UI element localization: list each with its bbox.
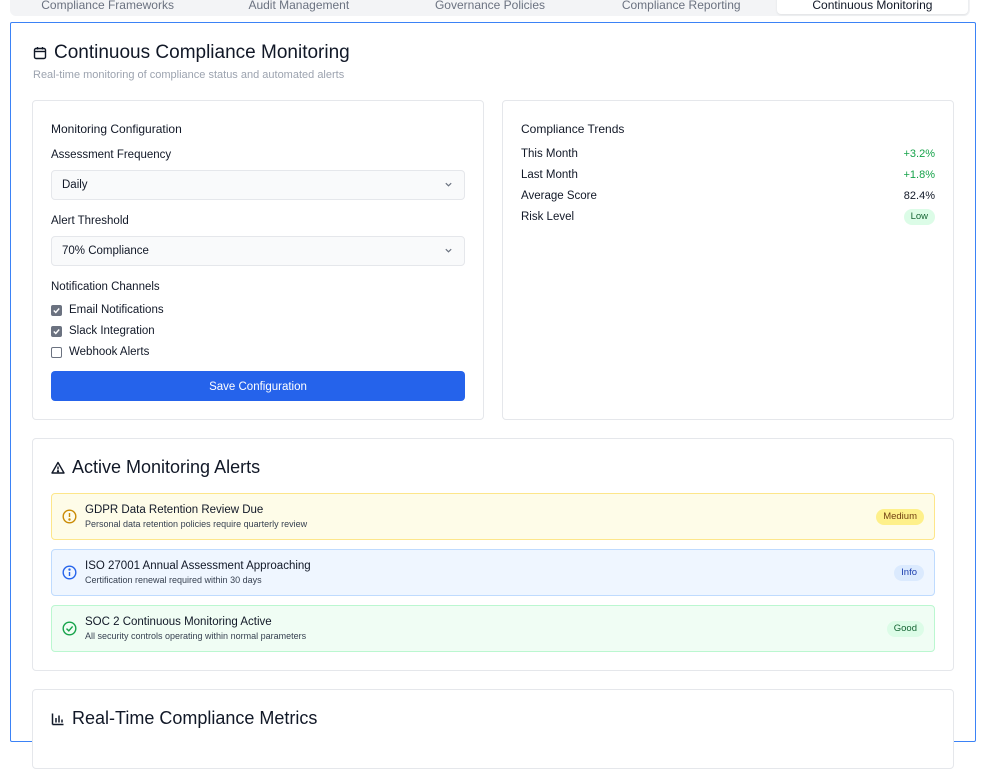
trend-label: Risk Level [521,211,575,223]
assessment-frequency-select[interactable]: Daily [51,170,465,200]
tab-audit-management[interactable]: Audit Management [203,0,394,16]
trend-row-last-month: Last Month +1.8% [521,169,935,181]
page-title-text: Continuous Compliance Monitoring [54,42,350,63]
trend-row-average-score: Average Score 82.4% [521,190,935,202]
monitoring-panel: Continuous Compliance Monitoring Real-ti… [10,22,976,769]
page-title: Continuous Compliance Monitoring [33,42,350,64]
warning-circle-icon [62,509,77,524]
monitoring-configuration-card: Monitoring Configuration Assessment Freq… [32,100,484,420]
tab-compliance-reporting[interactable]: Compliance Reporting [586,0,777,16]
tab-bar: Compliance Frameworks Audit Management G… [10,0,970,16]
trend-label: This Month [521,148,578,160]
assessment-frequency-label: Assessment Frequency [51,149,172,161]
page-subtitle: Real-time monitoring of compliance statu… [33,69,345,81]
tab-compliance-frameworks[interactable]: Compliance Frameworks [12,0,203,16]
notification-channels-label: Notification Channels [51,281,160,293]
checkbox-label: Slack Integration [69,325,155,337]
chevron-down-icon [445,248,452,253]
card-title: Monitoring Configuration [51,122,182,136]
calendar-icon [33,47,47,60]
chevron-down-icon [445,182,452,187]
alert-threshold-select[interactable]: 70% Compliance [51,236,465,266]
active-alerts-card: Active Monitoring Alerts GDPR Data Reten… [32,438,954,671]
alert-severity-badge: Info [894,565,924,581]
trend-value: +3.2% [903,148,936,160]
compliance-trends-card: Compliance Trends This Month +3.2% Last … [502,100,954,420]
tab-continuous-monitoring[interactable]: Continuous Monitoring [776,0,969,14]
alert-threshold-label: Alert Threshold [51,215,129,227]
bar-chart-icon [51,713,64,725]
realtime-metrics-card: Real-Time Compliance Metrics [32,689,954,769]
trend-row-risk-level: Risk Level Low [521,209,935,225]
assessment-frequency-value: Daily [62,179,88,191]
checkbox-checked-icon [51,304,62,316]
checkbox-unchecked-icon [51,346,62,358]
checkbox-label: Email Notifications [69,304,164,316]
save-configuration-button[interactable]: Save Configuration [51,371,465,401]
alert-description: Certification renewal required within 30… [85,575,262,585]
tab-governance-policies[interactable]: Governance Policies [394,0,585,16]
alert-title: ISO 27001 Annual Assessment Approaching [85,560,311,572]
alert-item-iso27001[interactable]: ISO 27001 Annual Assessment Approaching … [51,549,935,596]
section-title-text: Real-Time Compliance Metrics [72,708,318,728]
email-notifications-checkbox[interactable]: Email Notifications [51,304,164,316]
slack-integration-checkbox[interactable]: Slack Integration [51,325,155,337]
trend-value: 82.4% [903,190,935,202]
section-title: Active Monitoring Alerts [51,457,260,478]
warning-triangle-icon [51,461,65,474]
alert-severity-badge: Medium [876,509,924,525]
check-circle-icon [62,621,77,636]
section-title: Real-Time Compliance Metrics [51,708,317,729]
alert-title: GDPR Data Retention Review Due [85,504,264,516]
trend-value: +1.8% [903,169,936,181]
webhook-alerts-checkbox[interactable]: Webhook Alerts [51,346,149,358]
alert-description: Personal data retention policies require… [85,519,308,529]
risk-level-badge: Low [903,209,935,225]
alert-severity-badge: Good [886,621,924,637]
alert-item-soc2[interactable]: SOC 2 Continuous Monitoring Active All s… [51,605,935,652]
card-title: Compliance Trends [521,122,625,136]
alert-threshold-value: 70% Compliance [62,245,149,257]
trend-label: Average Score [521,190,597,202]
checkbox-checked-icon [51,325,62,337]
trend-row-this-month: This Month +3.2% [521,148,935,160]
alert-description: All security controls operating within n… [85,631,307,641]
section-title-text: Active Monitoring Alerts [72,457,261,477]
info-circle-icon [62,565,77,580]
checkbox-label: Webhook Alerts [69,346,150,358]
trend-label: Last Month [521,169,578,181]
alert-item-gdpr[interactable]: GDPR Data Retention Review Due Personal … [51,493,935,540]
alert-title: SOC 2 Continuous Monitoring Active [85,616,272,628]
